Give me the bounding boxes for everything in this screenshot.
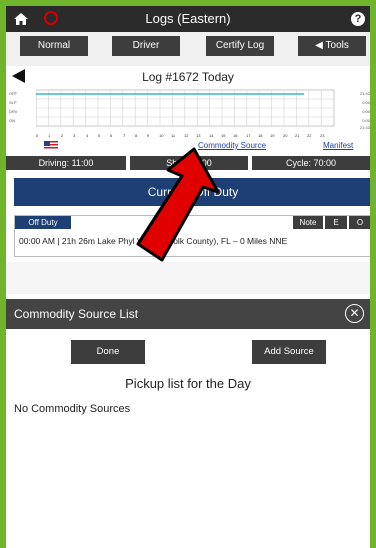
hour-tick: 13 bbox=[196, 133, 201, 138]
hour-tick: 5 bbox=[98, 133, 101, 138]
log-title: Log #1672 Today bbox=[142, 70, 234, 84]
other-button[interactable]: O bbox=[349, 216, 370, 229]
graph-total: 21:43 bbox=[359, 91, 370, 96]
graph-grid bbox=[36, 89, 335, 127]
toolbar: Normal Driver Certify Log ◀ Tools bbox=[6, 32, 370, 66]
us-flag-icon bbox=[44, 141, 58, 150]
graph-row-label: SLP bbox=[9, 100, 17, 105]
help-icon[interactable]: ? bbox=[351, 12, 365, 26]
hour-tick: 8 bbox=[135, 133, 138, 138]
graph-total: 0:00 bbox=[362, 109, 370, 114]
hour-tick: 20 bbox=[283, 133, 288, 138]
hour-tick: 16 bbox=[233, 133, 238, 138]
hour-tick: 6 bbox=[110, 133, 113, 138]
graph-row-label: DRV bbox=[9, 109, 18, 114]
event-list-area bbox=[6, 262, 370, 294]
empty-list-message: No Commodity Sources bbox=[14, 403, 131, 415]
done-button[interactable]: Done bbox=[71, 340, 145, 364]
hour-tick: 14 bbox=[209, 133, 214, 138]
hour-tick: 3 bbox=[73, 133, 76, 138]
event-type-badge: Off Duty bbox=[15, 216, 71, 229]
hour-tick: 10 bbox=[159, 133, 164, 138]
hour-tick: 7 bbox=[123, 133, 126, 138]
hour-tick: 19 bbox=[270, 133, 275, 138]
hour-tick: 15 bbox=[221, 133, 226, 138]
hour-tick: 4 bbox=[86, 133, 89, 138]
hour-tick: 17 bbox=[246, 133, 251, 138]
normal-button[interactable]: Normal bbox=[20, 36, 88, 56]
driving-hours: Driving: 11:00 bbox=[6, 156, 126, 170]
hour-tick: 23 bbox=[320, 133, 325, 138]
pickup-list-title: Pickup list for the Day bbox=[125, 376, 251, 391]
add-source-button[interactable]: Add Source bbox=[252, 340, 326, 364]
hour-tick: 0 bbox=[36, 133, 39, 138]
top-bar: Logs (Eastern) ? bbox=[6, 6, 370, 32]
driver-button[interactable]: Driver bbox=[112, 36, 180, 56]
hour-tick: 9 bbox=[147, 133, 150, 138]
hour-tick: 21 bbox=[295, 133, 300, 138]
graph-total: 0:00 bbox=[362, 118, 370, 123]
app-title: Logs (Eastern) bbox=[145, 11, 231, 26]
hour-tick: 2 bbox=[61, 133, 64, 138]
hour-tick: 12 bbox=[184, 133, 189, 138]
tools-label: Tools bbox=[325, 40, 349, 51]
hour-tick: 22 bbox=[307, 133, 312, 138]
chevron-left-icon: ◀ bbox=[315, 40, 326, 51]
note-button[interactable]: Note bbox=[293, 216, 323, 229]
graph-row-label: OFF bbox=[9, 91, 17, 96]
certify-log-button[interactable]: Certify Log bbox=[206, 36, 274, 56]
app-frame: Logs (Eastern) ? Normal Driver Certify L… bbox=[6, 6, 370, 548]
graph-total: 21:43 bbox=[359, 125, 370, 130]
tools-button[interactable]: ◀ Tools bbox=[298, 36, 366, 56]
graph-total: 0:00 bbox=[362, 100, 370, 105]
log-header: Log #1672 Today bbox=[6, 66, 370, 84]
commodity-panel: Done Add Source Pickup list for the Day … bbox=[6, 329, 370, 548]
commodity-panel-header: Commodity Source List ✕ bbox=[6, 299, 370, 329]
edit-button[interactable]: E bbox=[325, 216, 347, 229]
close-icon[interactable]: ✕ bbox=[345, 304, 364, 323]
annotation-arrow-icon bbox=[136, 147, 220, 262]
duty-status-graph: OFF SLP DRV ON 21:43 0:00 0:00 0:00 21:4… bbox=[6, 86, 370, 148]
graph-row-label: ON bbox=[9, 118, 15, 123]
hour-tick: 18 bbox=[258, 133, 263, 138]
cycle-hours: Cycle: 70:00 bbox=[252, 156, 370, 170]
hour-tick: 11 bbox=[171, 133, 176, 138]
hour-tick: 1 bbox=[48, 133, 51, 138]
panel-title: Commodity Source List bbox=[14, 307, 139, 321]
manifest-link[interactable]: Manifest bbox=[323, 141, 353, 150]
